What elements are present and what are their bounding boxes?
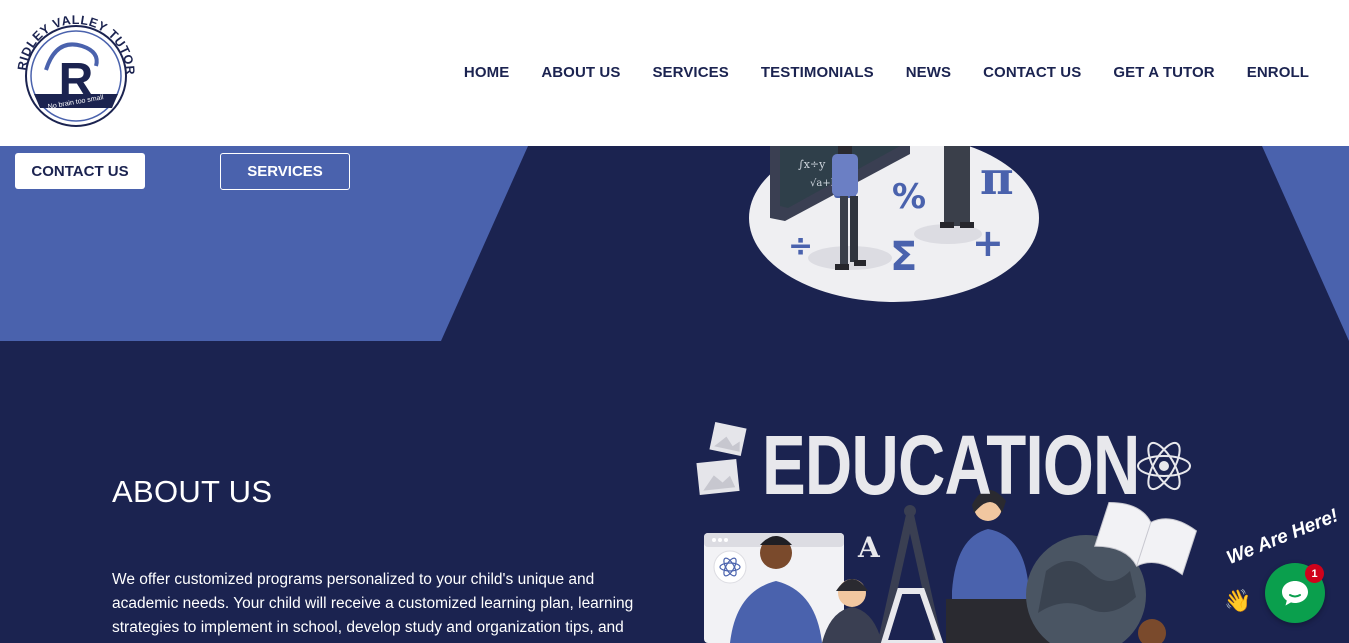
svg-text:π: π xyxy=(980,151,1014,205)
nav-news[interactable]: NEWS xyxy=(906,64,951,81)
hero-background xyxy=(0,146,1349,341)
services-button[interactable]: SERVICES xyxy=(220,153,350,190)
svg-text:%: % xyxy=(892,177,926,217)
nav-enroll[interactable]: ENROLL xyxy=(1247,64,1309,81)
nav-contact-us[interactable]: CONTACT US xyxy=(983,64,1081,81)
contact-us-button[interactable]: CONTACT US xyxy=(15,153,145,189)
nav-home[interactable]: HOME xyxy=(464,64,509,81)
chat-bubble-icon xyxy=(1282,581,1308,606)
about-title: ABOUT US xyxy=(112,474,273,509)
education-heading-graphic: EDUCATION xyxy=(762,418,1140,512)
nav-get-a-tutor[interactable]: GET A TUTOR xyxy=(1113,64,1214,81)
logo[interactable]: RIDLEY VALLEY TUTORIAL R No brain too sm… xyxy=(7,0,140,136)
nav-about-us[interactable]: ABOUT US xyxy=(541,64,620,81)
about-section: ABOUT US We offer customized programs pe… xyxy=(0,341,1349,643)
nav-testimonials[interactable]: TESTIMONIALS xyxy=(761,64,874,81)
chat-notification-badge: 1 xyxy=(1305,564,1324,583)
math-teacher-illustration: ∫x÷y √a+b π % Σ ÷ + xyxy=(749,146,1039,302)
svg-text:∫x÷y: ∫x÷y xyxy=(798,158,826,171)
hero-section: ∫x÷y √a+b π % Σ ÷ + xyxy=(0,146,1349,341)
svg-text:÷: ÷ xyxy=(788,229,813,264)
svg-text:+: + xyxy=(972,221,1004,265)
main-nav: HOME ABOUT US SERVICES TESTIMONIALS NEWS… xyxy=(432,64,1309,81)
site-header: RIDLEY VALLEY TUTORIAL R No brain too sm… xyxy=(0,0,1349,146)
svg-text:Σ: Σ xyxy=(890,234,917,280)
waving-hand-icon: 👋 xyxy=(1224,588,1252,613)
about-description: We offer customized programs personalize… xyxy=(112,571,634,636)
illustration-letter: A xyxy=(857,531,881,564)
nav-services[interactable]: SERVICES xyxy=(652,64,728,81)
